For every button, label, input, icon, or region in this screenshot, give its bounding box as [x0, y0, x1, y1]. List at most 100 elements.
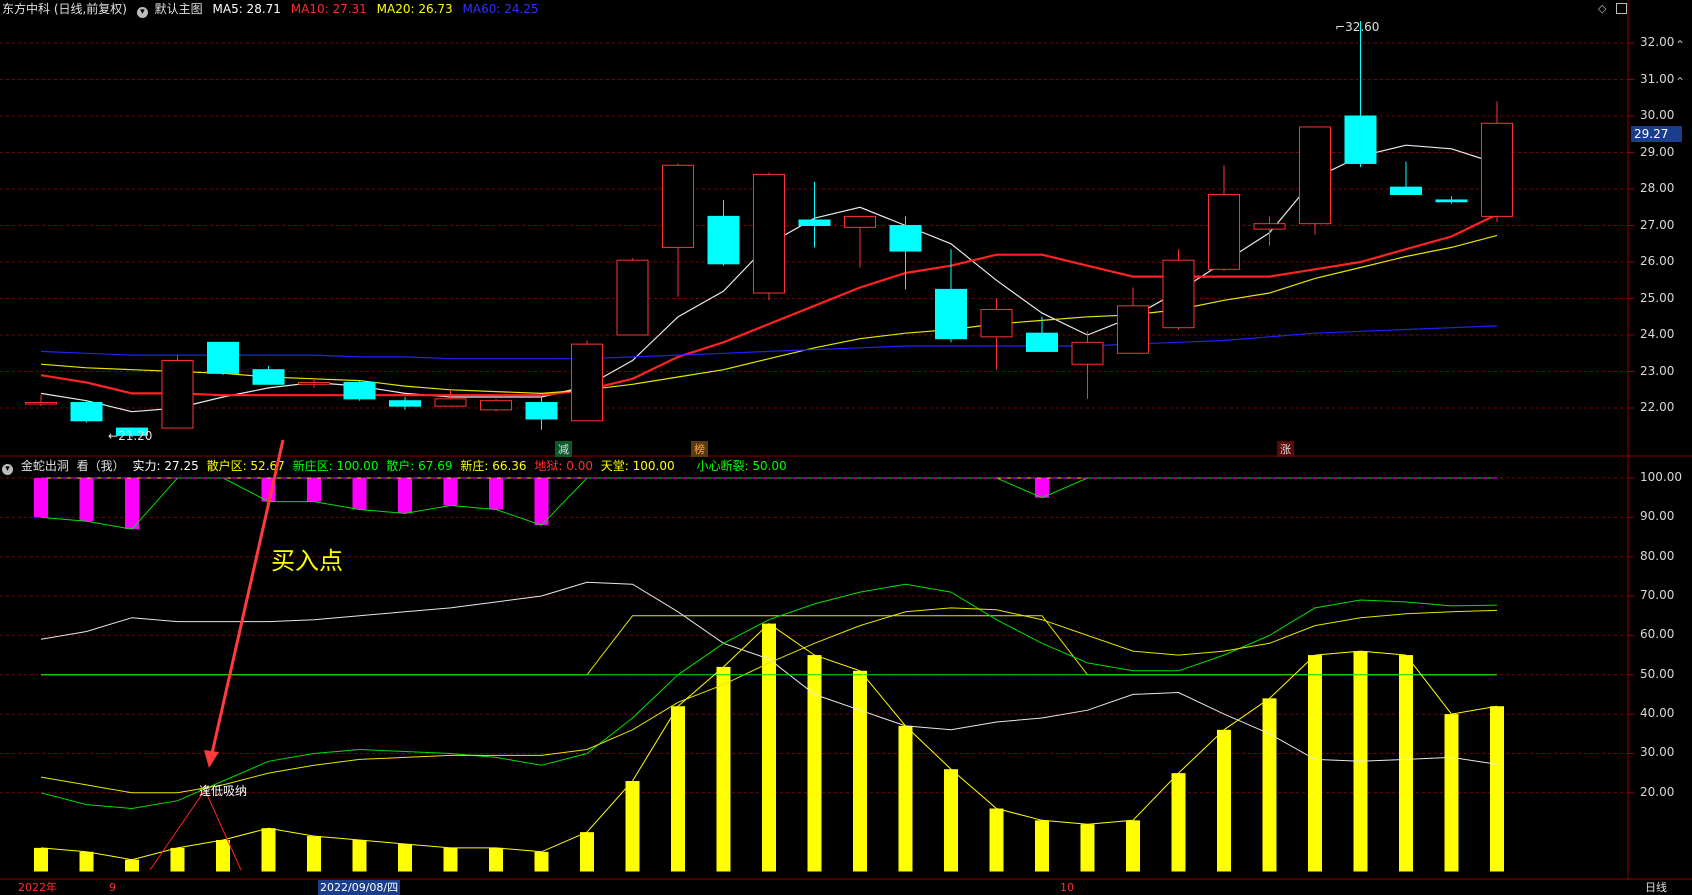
chart-frame [0, 0, 1692, 880]
volume-bar [398, 843, 412, 872]
volume-bar [716, 666, 731, 872]
candle [1481, 101, 1513, 222]
volume-bar [79, 851, 94, 872]
volume-bar [1035, 820, 1049, 872]
volume-bar [807, 655, 822, 872]
volume-bar [1217, 729, 1231, 872]
indicator-tick-label: 30.00 [1640, 745, 1675, 760]
candle [525, 397, 558, 430]
period-button[interactable]: 日线 [1645, 880, 1667, 895]
indicator-tick-label: 80.00 [1640, 548, 1675, 563]
ma-line-ma60 [40, 325, 1498, 360]
indicator-tick-label: 60.00 [1640, 627, 1675, 642]
indicator-tick-label: 20.00 [1640, 784, 1675, 799]
price-tick-label: 31.00 [1640, 71, 1675, 86]
candle-body [389, 400, 421, 407]
magenta-bar [79, 478, 94, 522]
marker-jian[interactable]: 减 [555, 441, 572, 457]
magenta-bar [489, 478, 503, 510]
magenta-bar [443, 478, 458, 506]
magenta-bar [34, 478, 48, 518]
volume-bar [352, 840, 367, 872]
candle [980, 298, 1013, 370]
candle-body [1390, 186, 1422, 195]
volume-bar [216, 840, 230, 872]
volume-bar [1490, 706, 1504, 872]
candle-body [1299, 126, 1331, 225]
candle [1071, 331, 1104, 399]
volume-bar [898, 725, 913, 872]
candle-body [70, 402, 103, 422]
candle-body [1435, 199, 1468, 203]
cursor-date: 2022/09/08/四 [318, 880, 401, 895]
magenta-bar [125, 478, 139, 530]
magenta-bar [398, 478, 412, 514]
candle-body [980, 308, 1013, 338]
candle-body [298, 381, 330, 385]
annotations [149, 439, 285, 871]
volume-bar [307, 836, 321, 872]
candle [1299, 126, 1331, 235]
indicator-tick-label: 100.00 [1640, 470, 1682, 484]
candle-body [25, 402, 57, 405]
year-label: 2022年 [18, 881, 57, 894]
candle-body [616, 259, 649, 336]
candle [434, 389, 467, 407]
candle-body [753, 173, 785, 294]
candle [1208, 165, 1240, 272]
candle-body [161, 360, 194, 429]
marker-bang[interactable]: 榜 [691, 441, 708, 457]
candle-body [1481, 122, 1513, 217]
candle [161, 355, 194, 429]
indicator-tick-label: 90.00 [1640, 509, 1675, 524]
volume-bar [625, 780, 640, 872]
candle-body [844, 215, 876, 228]
volume-bar [1444, 714, 1459, 872]
volume-bar [580, 832, 594, 872]
magenta-bar [307, 478, 321, 502]
candle-body [662, 164, 694, 248]
candle-body [798, 219, 831, 226]
month-10-label: 10 [1060, 881, 1074, 894]
volume-bar [1308, 655, 1322, 872]
candle [1117, 287, 1149, 354]
current-price-value: 29.27 [1634, 127, 1669, 141]
volume-bar [443, 847, 458, 872]
candle-body [1026, 332, 1058, 352]
volume-bar [34, 847, 48, 872]
volume-bar [261, 828, 276, 872]
charts-canvas[interactable] [0, 0, 1692, 895]
candle [662, 163, 694, 297]
month-9-label: 9 [109, 881, 116, 894]
candle [1162, 249, 1195, 330]
low-arrow-icon: ← [108, 429, 119, 443]
magenta-bar [1035, 478, 1049, 498]
candle-body [1117, 305, 1149, 354]
price-tick-label: 22.00 [1640, 400, 1675, 414]
candle [25, 395, 57, 407]
volume-bar [170, 847, 185, 872]
volume-bar [1262, 698, 1277, 872]
candle [252, 366, 285, 385]
candle [571, 340, 603, 422]
volume-bar [671, 706, 685, 872]
indicator-tick-label: 40.00 [1640, 706, 1675, 721]
buy-point-annotation: 买入点 [271, 547, 343, 575]
magenta-bar [352, 478, 367, 510]
candle-body [707, 215, 740, 265]
indicator-tick-label: 70.00 [1640, 588, 1675, 603]
high-value: 32.60 [1345, 20, 1380, 34]
candle [707, 199, 740, 266]
candle-body [480, 400, 512, 411]
low-value: 21.20 [118, 429, 153, 443]
price-tick-label: 29.00 [1640, 144, 1675, 159]
volume-bar [853, 670, 867, 872]
high-arrow-icon: ⌐ [1335, 20, 1346, 34]
candle [480, 398, 512, 412]
buy-arrow-head [204, 750, 219, 768]
marker-zhang[interactable]: 涨 [1277, 441, 1294, 457]
current-price-badge: 29.27 [1631, 126, 1682, 142]
volume-bar [489, 847, 503, 872]
candle [1253, 216, 1286, 246]
band-green-line [40, 477, 1497, 530]
